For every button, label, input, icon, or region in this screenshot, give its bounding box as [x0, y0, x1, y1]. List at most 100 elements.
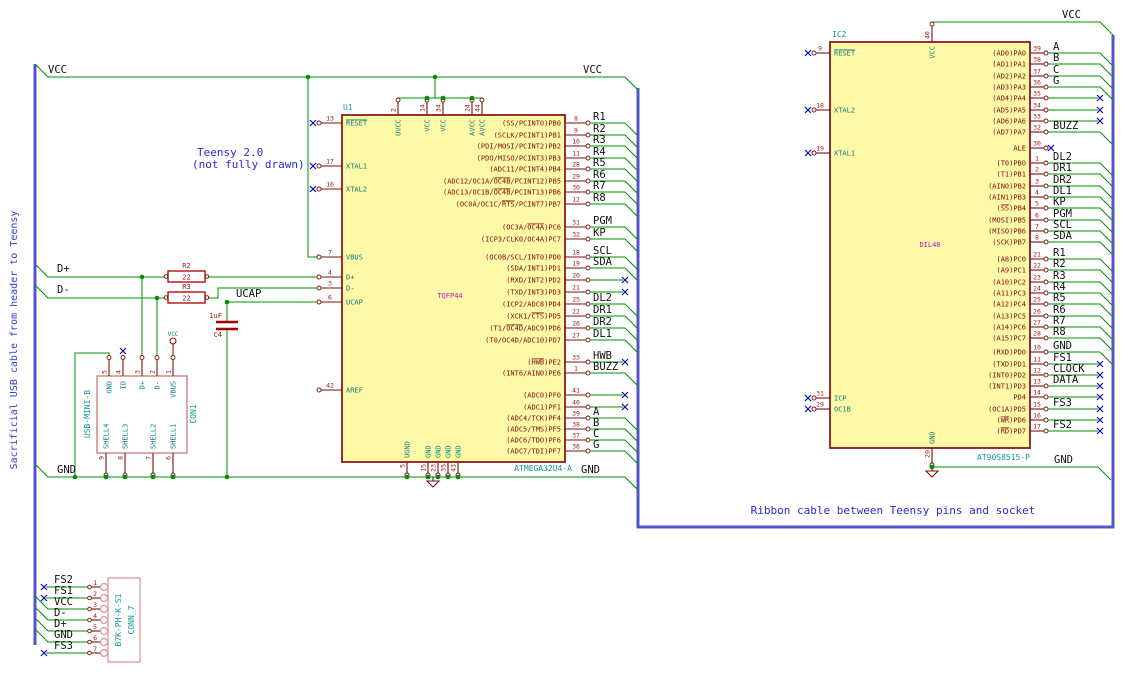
- pin-number-conn7-4: 4: [93, 612, 97, 620]
- pin-number-ic2-8: 8: [1035, 234, 1039, 242]
- net-label-R7[interactable]: R7: [593, 180, 606, 192]
- pin-name-ic2-16: (WR)PD6: [996, 417, 1026, 425]
- net-label-G[interactable]: G: [593, 439, 599, 451]
- net-label-R2[interactable]: R2: [1053, 258, 1066, 270]
- pin-number-u1-10: 10: [572, 138, 580, 146]
- pin-number-con1-4: 4: [115, 370, 123, 374]
- no-connect-icon: [804, 394, 812, 402]
- connector-con1[interactable]: CON1 USB-MINI-B 5 GND 4 ID 3 D+ 2 D- 1 VBUS 9 SHELL4 8…: [83, 355, 198, 478]
- pin-number-u1-9: 9: [574, 127, 578, 135]
- pin-number-u1-13: 13: [326, 115, 334, 123]
- net-label-FS3[interactable]: FS3: [54, 640, 73, 652]
- pin-name-ic2-7: (MISO)PB6: [988, 228, 1026, 236]
- u1-reference[interactable]: U1: [343, 103, 353, 112]
- pin-name-con1-6: SHELL1: [170, 424, 178, 449]
- pin-number-u1-3: 3: [328, 280, 332, 288]
- resistor-r3[interactable]: R3 22: [163, 283, 210, 304]
- pin-name-ic2-5: (SS)PB4: [996, 205, 1026, 213]
- net-label-D+[interactable]: D+: [57, 263, 70, 275]
- net-label-KP[interactable]: KP: [1053, 196, 1066, 208]
- net-label-GND[interactable]: GND: [57, 464, 76, 476]
- net-label-DR1[interactable]: DR1: [593, 304, 612, 316]
- resistor-r2[interactable]: R2 22: [163, 262, 210, 283]
- net-label-DR2[interactable]: DR2: [593, 316, 612, 328]
- pin-name-ic2-6: (MOSI)PB5: [988, 217, 1026, 225]
- pin-name-ic2-29: OC1B: [834, 406, 851, 414]
- pin-name-ic2-26: (A13)PC5: [992, 313, 1026, 321]
- pin-number-ic2-21: 21: [1033, 251, 1041, 259]
- conn7-value[interactable]: B7K-PH-K-S1: [114, 593, 123, 646]
- pin-number-ic2-26: 26: [1033, 308, 1041, 316]
- pin-name-u1-24: AVCC: [469, 119, 477, 136]
- wire-net-BUZZ: [590, 372, 639, 387]
- pin-number-con1-8: 8: [117, 456, 125, 460]
- capacitor-c4[interactable]: 1uF C4: [209, 302, 238, 477]
- net-label-SDA[interactable]: SDA: [1053, 230, 1073, 242]
- net-label-R8[interactable]: R8: [1053, 326, 1066, 338]
- net-label-R3[interactable]: R3: [593, 134, 606, 146]
- net-label-B[interactable]: B: [1053, 52, 1059, 64]
- no-connect-icon: [804, 106, 812, 114]
- connector-conn7[interactable]: CONN_7 B7K-PH-K-S1 1 2 3 4 5 6 7: [87, 577, 141, 663]
- pin-name-u1-31: (OC3A/OC4A)PC6: [502, 224, 561, 232]
- net-label-R1[interactable]: R1: [593, 111, 606, 123]
- ic2-reference[interactable]: IC2: [832, 30, 847, 39]
- net-label-VCC[interactable]: VCC: [583, 64, 602, 76]
- net-label-PGM[interactable]: PGM: [593, 215, 612, 227]
- wire-net-SDA: [590, 267, 639, 282]
- no-connect-icon: [804, 149, 812, 157]
- net-label-DL2[interactable]: DL2: [593, 292, 612, 304]
- net-label-DR1[interactable]: DR1: [1053, 162, 1072, 174]
- pin-name-ic2-32: (AD7)PA7: [992, 129, 1026, 137]
- net-label-DL1[interactable]: DL1: [593, 328, 612, 340]
- pin-name-con1-8: SHELL3: [122, 424, 130, 449]
- pin-name-u1-15: GND: [425, 445, 433, 458]
- conn7-reference[interactable]: CONN_7: [127, 605, 136, 634]
- net-label-G[interactable]: G: [1053, 75, 1059, 87]
- net-label-BUZZ[interactable]: BUZZ: [593, 361, 618, 373]
- net-label-KP[interactable]: KP: [593, 227, 606, 239]
- pin-name-u1-4: D+: [346, 274, 354, 282]
- junction-dot: [929, 464, 935, 470]
- net-label-R5[interactable]: R5: [1053, 292, 1066, 304]
- pin-number-con1-1: 1: [165, 370, 173, 374]
- wire-dminus-b: [208, 287, 317, 299]
- pin-number-con1-6: 6: [165, 456, 173, 460]
- pin-name-ic2-8: (SCK)PB7: [992, 239, 1026, 247]
- junction-dot: [150, 474, 156, 480]
- net-label-DATA[interactable]: DATA: [1053, 374, 1079, 386]
- pin-name-ic2-30: ALE: [1013, 145, 1026, 153]
- net-label-VCC[interactable]: VCC: [48, 64, 67, 76]
- net-label-D-[interactable]: D-: [57, 284, 70, 296]
- net-label-R8[interactable]: R8: [593, 192, 606, 204]
- vcc-power-symbol[interactable]: VCC: [168, 331, 179, 356]
- pin-number-u1-16: 16: [326, 181, 334, 189]
- pin-number-ic2-23: 23: [1033, 274, 1041, 282]
- u1-symbol[interactable]: U1ATMEGA32U4-ATQFP4413RESET17XTAL116XTAL…: [309, 97, 591, 478]
- net-label-VCC[interactable]: VCC: [1062, 9, 1081, 21]
- net-label-BUZZ[interactable]: BUZZ: [1053, 120, 1078, 132]
- pin-number-u1-11: 11: [572, 150, 580, 158]
- ic2-value[interactable]: AT90S8515-P: [977, 453, 1030, 462]
- net-label-GND[interactable]: GND: [1054, 454, 1073, 466]
- net-label-FS2[interactable]: FS2: [1053, 419, 1072, 431]
- pin-name-con1-7: SHELL2: [150, 424, 158, 449]
- net-label-SDA[interactable]: SDA: [593, 256, 613, 268]
- con1-reference[interactable]: CON1: [189, 404, 198, 423]
- pin-name-ic2-40: VCC: [929, 46, 937, 59]
- net-label-FS3[interactable]: FS3: [1053, 397, 1072, 409]
- pin-name-u1-7: VBUS: [346, 254, 363, 262]
- net-label-UCAP[interactable]: UCAP: [236, 288, 261, 300]
- con1-value[interactable]: USB-MINI-B: [83, 390, 92, 438]
- wire-gnd-rail-right: [932, 466, 1112, 481]
- net-label-GND[interactable]: GND: [1053, 340, 1072, 352]
- pin-number-con1-2: 2: [149, 370, 157, 374]
- net-label-R5[interactable]: R5: [593, 157, 606, 169]
- pin-name-ic2-14: PD4: [1013, 394, 1026, 402]
- schematic-canvas: U1 ATMEGA32U4-A TQFP44 13 RESET 17 XTAL1 16 XTAL…: [0, 0, 1131, 690]
- ic2-symbol[interactable]: IC2AT90S8515-PDIL409RESET18XTAL219XTAL13…: [804, 21, 1049, 468]
- u1-value[interactable]: ATMEGA32U4-A: [514, 464, 572, 473]
- pin-number-u1-38: 38: [572, 421, 580, 429]
- pin-number-ic2-27: 27: [1033, 319, 1041, 327]
- net-label-GND[interactable]: GND: [581, 464, 600, 476]
